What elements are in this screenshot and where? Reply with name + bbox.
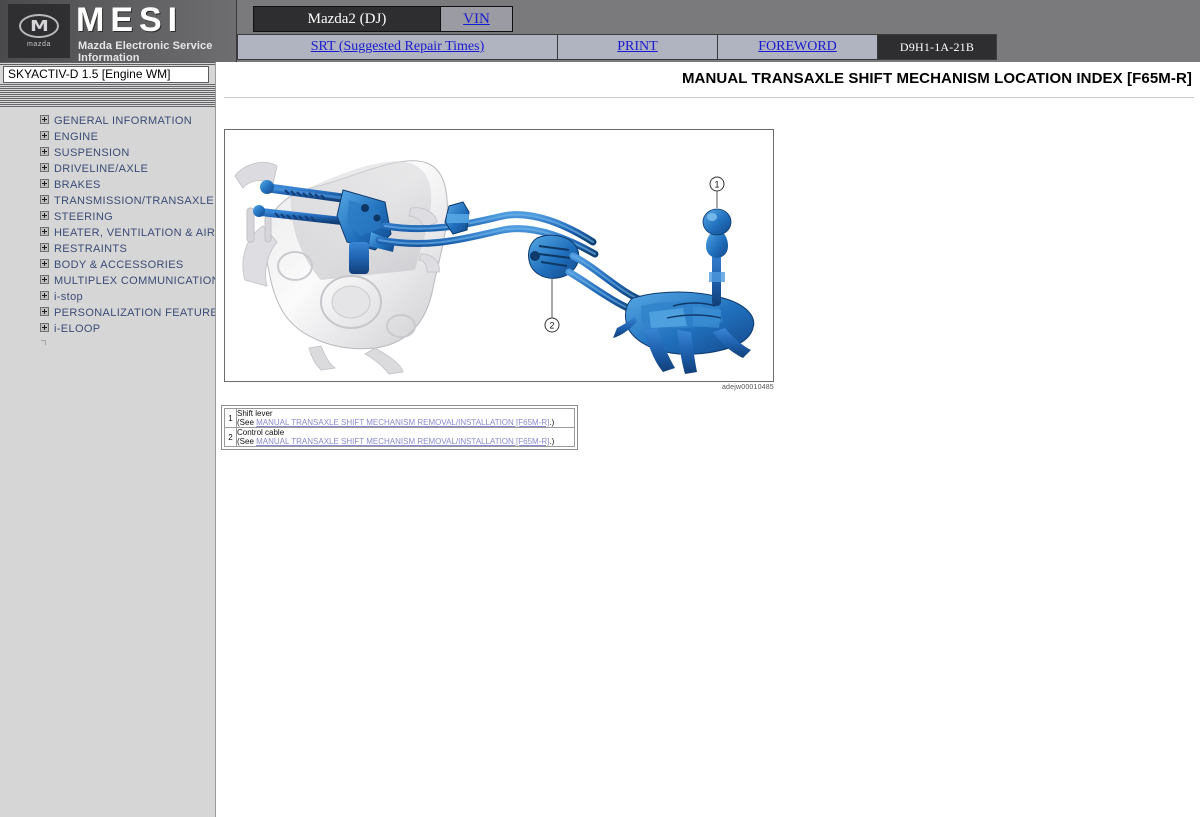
expand-plus-icon[interactable]	[40, 275, 49, 284]
sidebar-item-personalization-features[interactable]: PERSONALIZATION FEATURES	[0, 304, 215, 320]
document-content: MANUAL TRANSAXLE SHIFT MECHANISM LOCATIO…	[216, 62, 1200, 817]
sidebar-item-label: GENERAL INFORMATION	[54, 113, 192, 128]
expand-plus-icon[interactable]	[40, 227, 49, 236]
sidebar-item-engine[interactable]: ENGINE	[0, 128, 215, 144]
expand-plus-icon[interactable]	[40, 259, 49, 268]
tab-document-id-label: D9H1-1A-21B	[900, 40, 974, 55]
mesi-logo: M mazda MESI Mazda Electronic Service In…	[0, 0, 237, 62]
sidebar-item-i-stop[interactable]: i-stop	[0, 288, 215, 304]
tab-foreword[interactable]: FOREWORD	[717, 34, 877, 60]
sidebar-item-transmission-transaxle[interactable]: TRANSMISSION/TRANSAXLE	[0, 192, 215, 208]
sidebar-item-label: STEERING	[54, 209, 113, 224]
sidebar-item-label: ENGINE	[54, 129, 98, 144]
title-divider	[224, 97, 1194, 98]
mazda-wordmark: mazda	[27, 41, 51, 48]
legend-reference-link[interactable]: MANUAL TRANSAXLE SHIFT MECHANISM REMOVAL…	[256, 437, 549, 446]
expand-plus-icon[interactable]	[40, 131, 49, 140]
tab-srt[interactable]: SRT (Suggested Repair Times)	[237, 34, 557, 60]
expand-plus-icon[interactable]	[40, 179, 49, 188]
header-bar: M mazda MESI Mazda Electronic Service In…	[0, 0, 1200, 62]
sidebar-item-label: BRAKES	[54, 177, 101, 192]
svg-text:1: 1	[714, 180, 719, 190]
sidebar-item-label: BODY & ACCESSORIES	[54, 257, 184, 272]
tab-foreword-label[interactable]: FOREWORD	[758, 39, 837, 55]
sidebar-item-brakes[interactable]: BRAKES	[0, 176, 215, 192]
vin-tab[interactable]: VIN	[441, 6, 513, 32]
callout-1: 1	[710, 177, 724, 208]
tab-srt-label[interactable]: SRT (Suggested Repair Times)	[311, 39, 485, 55]
sidebar-item-multiplex-communication-system[interactable]: MULTIPLEX COMMUNICATION SYSTEM	[0, 272, 215, 288]
expand-plus-icon[interactable]	[40, 115, 49, 124]
legend-see-prefix: (See	[237, 418, 256, 427]
mazda-m-glyph: M	[30, 19, 49, 34]
expand-plus-icon[interactable]	[40, 323, 49, 332]
tab-print[interactable]: PRINT	[557, 34, 717, 60]
legend-reference: (See MANUAL TRANSAXLE SHIFT MECHANISM RE…	[237, 437, 574, 446]
sidebar-item-label: TRANSMISSION/TRANSAXLE	[54, 193, 214, 208]
legend-see-prefix: (See	[237, 437, 256, 446]
legend-reference-link[interactable]: MANUAL TRANSAXLE SHIFT MECHANISM REMOVAL…	[256, 418, 549, 427]
legend-number: 1	[225, 409, 237, 428]
expand-plus-icon[interactable]	[40, 211, 49, 220]
expand-plus-icon[interactable]	[40, 307, 49, 316]
mazda-oval-icon: M	[19, 14, 59, 38]
legend-reference: (See MANUAL TRANSAXLE SHIFT MECHANISM RE…	[237, 418, 574, 427]
vin-tab-label: VIN	[463, 11, 490, 28]
legend-part-name: Control cable	[237, 428, 574, 437]
mesi-subtitle: Mazda Electronic Service Information	[78, 40, 236, 64]
table-row: 2 Control cable (See MANUAL TRANSAXLE SH…	[225, 428, 575, 447]
expand-plus-icon[interactable]	[40, 163, 49, 172]
legend-table: 1 Shift lever (See MANUAL TRANSAXLE SHIF…	[221, 405, 578, 450]
sidebar-item-label: i-stop	[54, 289, 83, 304]
vehicle-tab-row: Mazda2 (DJ) VIN	[253, 6, 513, 32]
expand-plus-icon[interactable]	[40, 147, 49, 156]
sidebar-item-suspension[interactable]: SUSPENSION	[0, 144, 215, 160]
sidebar-item-label: HEATER, VENTILATION & AIR CONDITIONING	[54, 225, 215, 240]
sidebar-item-label: SUSPENSION	[54, 145, 130, 160]
nav-tab-row: SRT (Suggested Repair Times) PRINT FOREW…	[237, 34, 997, 60]
sidebar-item-restraints[interactable]: RESTRAINTS	[0, 240, 215, 256]
expand-plus-icon[interactable]	[40, 195, 49, 204]
callout-2: 2	[545, 278, 559, 332]
sidebar-item-heater-ventilation-air-conditioning[interactable]: HEATER, VENTILATION & AIR CONDITIONING	[0, 224, 215, 240]
figure-caption: adejw00010485	[224, 384, 774, 391]
legend-number: 2	[225, 428, 237, 447]
sidebar-stripes-middle	[0, 84, 215, 108]
tab-print-label[interactable]: PRINT	[617, 39, 657, 55]
legend-see-suffix: .)	[549, 437, 554, 446]
legend-part-name: Shift lever	[237, 409, 574, 418]
expand-plus-icon[interactable]	[40, 243, 49, 252]
legend-see-suffix: .)	[549, 418, 554, 427]
sidebar-item-body-accessories[interactable]: BODY & ACCESSORIES	[0, 256, 215, 272]
figure-container: 1 2	[224, 129, 774, 382]
sidebar-item-label: i-ELOOP	[54, 321, 100, 336]
sidebar-item-i-eloop[interactable]: i-ELOOP	[0, 320, 215, 336]
shift-mechanism-illustration: 1 2	[225, 130, 773, 381]
table-row: 1 Shift lever (See MANUAL TRANSAXLE SHIF…	[225, 409, 575, 428]
sidebar-item-label: PERSONALIZATION FEATURES	[54, 305, 215, 320]
tree-end-marker	[41, 340, 46, 345]
sidebar-item-label: MULTIPLEX COMMUNICATION SYSTEM	[54, 273, 215, 288]
expand-plus-icon[interactable]	[40, 291, 49, 300]
sidebar-item-general-information[interactable]: GENERAL INFORMATION	[0, 112, 215, 128]
svg-text:2: 2	[549, 321, 554, 331]
tab-document-id[interactable]: D9H1-1A-21B	[877, 34, 997, 60]
sidebar-item-label: DRIVELINE/AXLE	[54, 161, 148, 176]
navigation-tree: GENERAL INFORMATION ENGINE SUSPENSION DR…	[0, 112, 215, 336]
mazda-logo-icon: M mazda	[8, 4, 70, 58]
sidebar-item-steering[interactable]: STEERING	[0, 208, 215, 224]
sidebar-item-label: RESTRAINTS	[54, 241, 127, 256]
application-window: M mazda MESI Mazda Electronic Service In…	[0, 0, 1200, 817]
vehicle-tab[interactable]: Mazda2 (DJ)	[253, 6, 441, 32]
page-title: MANUAL TRANSAXLE SHIFT MECHANISM LOCATIO…	[682, 70, 1192, 87]
sidebar-item-driveline-axle[interactable]: DRIVELINE/AXLE	[0, 160, 215, 176]
model-select[interactable]: SKYACTIV-D 1.5 [Engine WM]	[3, 66, 209, 83]
mesi-title: MESI	[76, 2, 183, 38]
sidebar: SKYACTIV-D 1.5 [Engine WM] GENERAL INFOR…	[0, 62, 216, 817]
